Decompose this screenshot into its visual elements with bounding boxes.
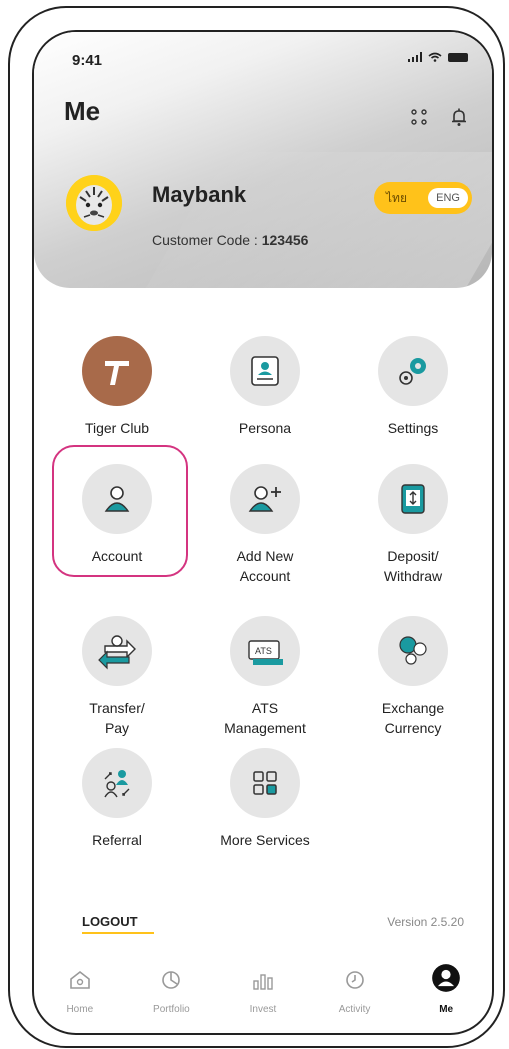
tab-label: Invest <box>249 1004 277 1015</box>
tiger-avatar <box>66 175 122 231</box>
status-icons <box>408 52 468 62</box>
portfolio-icon <box>162 971 181 989</box>
me-icon <box>432 964 461 992</box>
tab-label: Portfolio <box>153 1004 190 1015</box>
customer-code-label: Customer Code : <box>152 232 258 248</box>
ats-icon: ATS <box>230 616 300 686</box>
more-services-icon <box>230 748 300 818</box>
menu-label: Persona <box>238 420 292 436</box>
persona-icon <box>230 336 300 406</box>
menu-exchange-currency[interactable]: Exchange Currency <box>338 616 488 738</box>
menu-label: Referral <box>92 832 142 848</box>
wifi-icon <box>428 52 442 62</box>
customer-code: Customer Code : 123456 <box>152 232 308 248</box>
menu-tiger-club[interactable]: Tiger Club <box>42 336 192 438</box>
transfer-pay-icon <box>82 616 152 686</box>
svg-text:ATS: ATS <box>255 646 272 656</box>
menu-account[interactable]: Account <box>42 464 192 566</box>
invest-icon <box>253 974 273 990</box>
menu-settings[interactable]: Settings <box>338 336 488 438</box>
add-account-icon <box>230 464 300 534</box>
tab-invest[interactable]: Invest <box>223 967 303 1015</box>
menu-label: ATS Management <box>224 700 306 736</box>
menu-transfer-pay[interactable]: Transfer/ Pay <box>42 616 192 738</box>
menu-label: Transfer/ Pay <box>89 700 145 736</box>
tab-label: Home <box>66 1004 94 1015</box>
activity-icon <box>345 971 364 989</box>
battery-icon <box>448 52 468 62</box>
tiger-face-icon <box>66 175 122 231</box>
menu-deposit-withdraw[interactable]: Deposit/ Withdraw <box>338 464 488 586</box>
menu-ats-management[interactable]: ATS ATS Management <box>190 616 340 738</box>
deposit-withdraw-icon <box>378 464 448 534</box>
lang-english-option[interactable]: ENG <box>428 188 468 208</box>
referral-icon <box>82 748 152 818</box>
language-toggle[interactable]: ไทย ENG <box>374 182 472 214</box>
account-icon <box>82 464 152 534</box>
bottom-tab-bar: Home Portfolio Invest Activity Me <box>34 964 492 1033</box>
header-actions <box>408 106 470 128</box>
version-label: Version 2.5.20 <box>387 915 464 929</box>
tab-home[interactable]: Home <box>40 967 120 1015</box>
menu-referral[interactable]: Referral <box>42 748 192 850</box>
exchange-currency-icon <box>378 616 448 686</box>
qr-scan-icon[interactable] <box>408 106 430 128</box>
menu-label: Settings <box>387 420 439 436</box>
menu-label: Tiger Club <box>84 420 150 436</box>
menu-persona[interactable]: Persona <box>190 336 340 438</box>
customer-code-value: 123456 <box>261 232 309 248</box>
menu-label: More Services <box>220 832 310 848</box>
logout-underline <box>82 932 154 934</box>
page-title: Me <box>64 96 101 126</box>
tab-label: Me <box>439 1004 454 1015</box>
tiger-club-icon <box>82 336 152 406</box>
menu-label: Deposit/ Withdraw <box>383 548 443 584</box>
tab-activity[interactable]: Activity <box>315 967 395 1015</box>
lang-thai-option[interactable]: ไทย <box>386 189 407 208</box>
phone-screen: 9:41 Me Maybank Customer Code: 123456 ไ… <box>32 30 494 1035</box>
profile-name: Maybank <box>152 182 247 207</box>
status-time: 9:41 <box>72 52 103 69</box>
tab-me[interactable]: Me <box>406 964 486 1015</box>
logout-link[interactable]: LOGOUT <box>82 914 138 929</box>
menu-label: Account <box>91 548 143 564</box>
menu-label: Add New Account <box>236 548 294 584</box>
signal-icon <box>408 52 422 62</box>
home-icon <box>69 970 90 989</box>
tab-label: Activity <box>338 1004 371 1015</box>
bell-icon[interactable] <box>448 106 470 128</box>
menu-label: Exchange Currency <box>381 700 445 736</box>
profile-header <box>34 32 492 288</box>
settings-icon <box>378 336 448 406</box>
tab-portfolio[interactable]: Portfolio <box>131 967 211 1015</box>
menu-add-new-account[interactable]: Add New Account <box>190 464 340 586</box>
menu-more-services[interactable]: More Services <box>190 748 340 850</box>
